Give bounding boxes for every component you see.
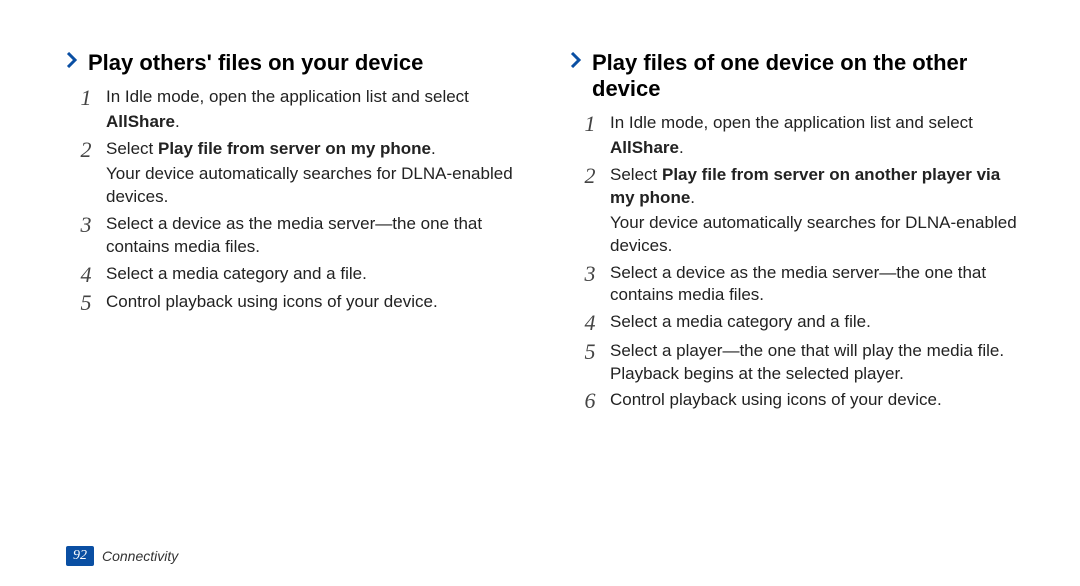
step-text: Control playback using icons of your dev…: [610, 389, 1026, 412]
step-body: Select Play file from server on my phone…: [106, 138, 522, 209]
step-text: Select a device as the media server—the …: [610, 262, 1026, 308]
right-heading: Play files of one device on the other de…: [570, 50, 1026, 102]
step-text: Select a media category and a file.: [610, 311, 1026, 334]
step-item: 2 Select Play file from server on my phon…: [74, 138, 522, 209]
step-text: Control playback using icons of your dev…: [106, 291, 522, 314]
step-number: 5: [74, 291, 98, 315]
step-body: In Idle mode, open the application list …: [610, 112, 1026, 160]
right-column: Play files of one device on the other de…: [570, 50, 1026, 556]
step-body: Select a media category and a file.: [106, 263, 522, 286]
step-item: 1 In Idle mode, open the application list…: [578, 112, 1026, 160]
step-number: 4: [74, 263, 98, 287]
step-text: AllShare.: [610, 137, 1026, 160]
right-heading-text: Play files of one device on the other de…: [592, 50, 1026, 102]
step-text: Select Play file from server on another …: [610, 164, 1026, 210]
step-number: 3: [74, 213, 98, 237]
step-number: 2: [578, 164, 602, 188]
step-number: 1: [578, 112, 602, 136]
step-text: Your device automatically searches for D…: [106, 163, 522, 209]
step-body: Select a media category and a file.: [610, 311, 1026, 334]
step-item: 3 Select a device as the media server—the…: [578, 262, 1026, 308]
chevron-right-icon: [66, 50, 78, 68]
emphasis-text: Play file from server on my phone: [158, 139, 431, 158]
step-text: In Idle mode, open the application list …: [106, 86, 522, 109]
step-text: Select a media category and a file.: [106, 263, 522, 286]
step-number: 6: [578, 389, 602, 413]
page-footer: 92 Connectivity: [66, 546, 178, 566]
step-item: 5 Select a player—the one that will play …: [578, 340, 1026, 386]
step-number: 4: [578, 311, 602, 335]
step-number: 2: [74, 138, 98, 162]
emphasis-text: AllShare: [610, 138, 679, 157]
step-text: Your device automatically searches for D…: [610, 212, 1026, 258]
step-body: Select a player—the one that will play t…: [610, 340, 1026, 386]
step-body: In Idle mode, open the application list …: [106, 86, 522, 134]
step-text: Select a player—the one that will play t…: [610, 340, 1026, 386]
step-item: 2 Select Play file from server on another…: [578, 164, 1026, 258]
emphasis-text: Play file from server on another player …: [610, 165, 1000, 207]
step-item: 5 Control playback using icons of your de…: [74, 291, 522, 315]
step-item: 4 Select a media category and a file.: [74, 263, 522, 287]
step-text: AllShare.: [106, 111, 522, 134]
emphasis-text: AllShare: [106, 112, 175, 131]
step-body: Select Play file from server on another …: [610, 164, 1026, 258]
step-number: 5: [578, 340, 602, 364]
step-number: 1: [74, 86, 98, 110]
step-body: Select a device as the media server—the …: [106, 213, 522, 259]
step-body: Control playback using icons of your dev…: [106, 291, 522, 314]
step-item: 6 Control playback using icons of your de…: [578, 389, 1026, 413]
section-label: Connectivity: [102, 548, 178, 564]
step-text: In Idle mode, open the application list …: [610, 112, 1026, 135]
step-body: Control playback using icons of your dev…: [610, 389, 1026, 412]
step-item: 1 In Idle mode, open the application list…: [74, 86, 522, 134]
step-item: 4 Select a media category and a file.: [578, 311, 1026, 335]
step-text: Select a device as the media server—the …: [106, 213, 522, 259]
manual-page: Play others' files on your device 1 In Id…: [0, 0, 1080, 586]
page-number: 92: [66, 546, 94, 566]
step-number: 3: [578, 262, 602, 286]
left-column: Play others' files on your device 1 In Id…: [66, 50, 522, 556]
step-text: Select Play file from server on my phone…: [106, 138, 522, 161]
chevron-right-icon: [570, 50, 582, 68]
left-heading: Play others' files on your device: [66, 50, 522, 76]
step-body: Select a device as the media server—the …: [610, 262, 1026, 308]
left-steps: 1 In Idle mode, open the application list…: [66, 86, 522, 315]
left-heading-text: Play others' files on your device: [88, 50, 522, 76]
step-item: 3 Select a device as the media server—the…: [74, 213, 522, 259]
right-steps: 1 In Idle mode, open the application list…: [570, 112, 1026, 414]
